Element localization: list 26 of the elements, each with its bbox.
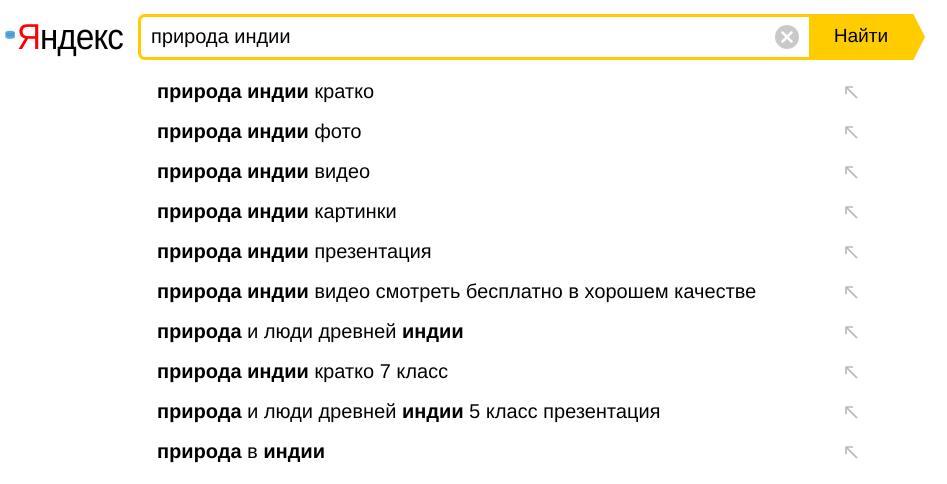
suggestion-item[interactable]: природа индии кратко 7 класс [157,360,448,384]
suggestion-item[interactable]: природа и люди древней индии [157,320,464,344]
clear-icon[interactable] [775,25,799,49]
search-input[interactable]: природа индии [141,26,775,48]
arrow-icon[interactable] [843,324,859,340]
arrow-icon[interactable] [843,204,859,220]
arrow-icon[interactable] [843,124,859,140]
yandex-logo[interactable]: Яндекс [6,16,128,58]
arrow-icon[interactable] [843,244,859,260]
arrow-icon[interactable] [843,404,859,420]
arrow-icon[interactable] [843,284,859,300]
search-button[interactable]: Найти [809,14,925,60]
search-field[interactable]: природа индии [138,14,809,60]
suggestion-item[interactable]: природа и люди древней индии 5 класс презентация [157,400,660,424]
suggestion-item[interactable]: природа индии презентация [157,240,432,264]
suggestion-item[interactable]: природа индии фото [157,120,362,144]
arrow-icon[interactable] [843,84,859,100]
face-mask-icon [4,28,16,42]
arrow-icon[interactable] [843,444,859,460]
suggestion-item[interactable]: природа индии видео [157,160,370,184]
suggestion-item[interactable]: природа индии видео смотреть бесплатно в хорошем качестве [157,280,756,304]
arrow-icon[interactable] [843,164,859,180]
arrow-icon[interactable] [843,364,859,380]
suggestion-item[interactable]: природа в индии [157,440,326,464]
suggestion-item[interactable]: природа индии кратко [157,80,374,104]
suggestion-item[interactable]: природа индии картинки [157,200,397,224]
